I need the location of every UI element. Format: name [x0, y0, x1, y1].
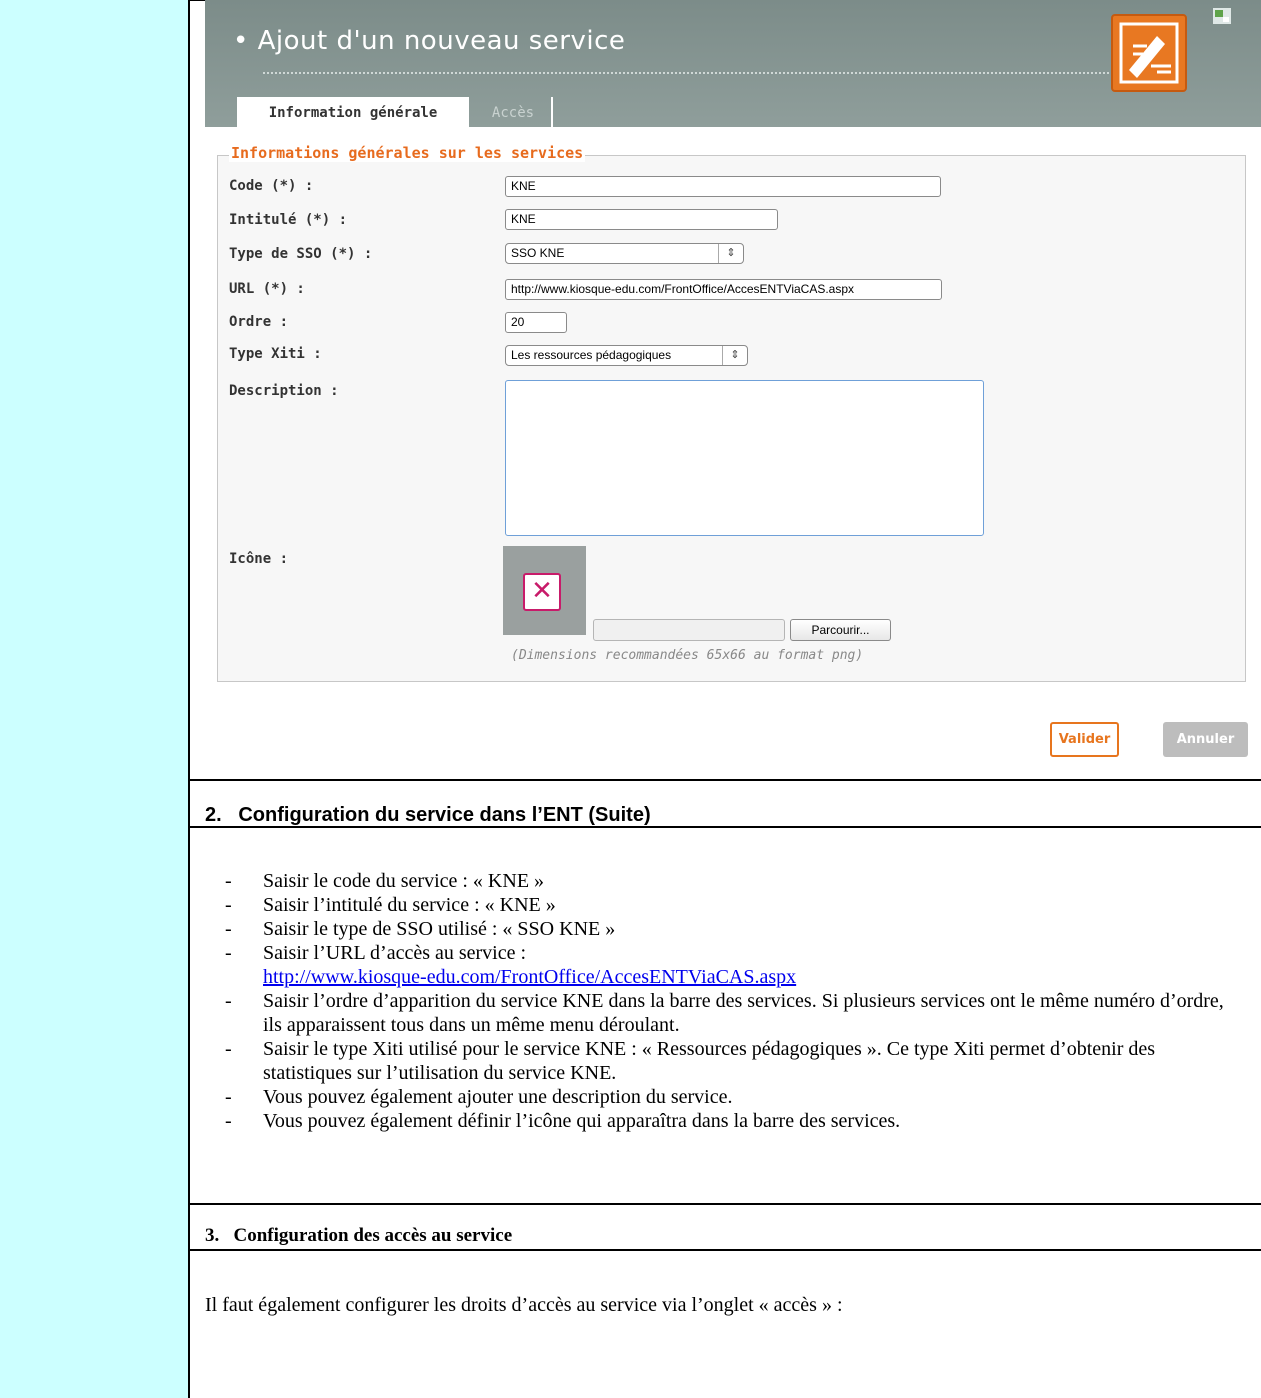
file-path-input[interactable] [593, 619, 785, 641]
list-item: Saisir le type de SSO utilisé : « SSO KN… [205, 917, 1245, 941]
intitule-input[interactable]: KNE [505, 209, 778, 230]
url-label: URL (*) : [229, 281, 305, 297]
list-item-text: Saisir l’URL d’accès au service : [263, 942, 527, 964]
tab-information-generale[interactable]: Information générale [237, 97, 469, 127]
broken-image-icon: ✕ [523, 573, 561, 611]
section-3-title: 3. Configuration des accès au service [205, 1225, 513, 1246]
sso-label: Type de SSO (*) : [229, 246, 373, 262]
url-input[interactable]: http://www.kiosque-edu.com/FrontOffice/A… [505, 279, 942, 300]
section-2-title: 2. Configuration du service dans l’ENT (… [205, 804, 651, 826]
service-form-screenshot: • Ajout d'un nouveau service Information… [205, 0, 1261, 780]
list-item: Saisir l’intitulé du service : « KNE » [205, 893, 1245, 917]
list-item: Saisir l’URL d’accès au service :http://… [205, 941, 1245, 989]
ordre-input[interactable]: 20 [505, 312, 567, 333]
tab-acces[interactable]: Accès [475, 97, 553, 127]
xiti-select[interactable]: Les ressources pédagogiques ⇕ [505, 345, 748, 366]
instructions-list: Saisir le code du service : « KNE » Sais… [205, 869, 1245, 1133]
list-item: Saisir l’ordre d’apparition du service K… [205, 989, 1245, 1037]
section-3-paragraph: Il faut également configurer les droits … [205, 1294, 843, 1316]
list-item: Saisir le type Xiti utilisé pour le serv… [205, 1037, 1245, 1085]
service-url-link[interactable]: http://www.kiosque-edu.com/FrontOffice/A… [263, 966, 796, 988]
description-textarea[interactable] [505, 380, 984, 536]
edit-document-icon [1111, 14, 1187, 92]
fieldset-legend: Informations générales sur les services [229, 144, 586, 162]
form-header: • Ajout d'un nouveau service Information… [205, 0, 1261, 127]
list-item: Vous pouvez également ajouter une descri… [205, 1085, 1245, 1109]
annuler-button[interactable]: Annuler [1163, 722, 1248, 757]
page-title: • Ajout d'un nouveau service [233, 26, 626, 56]
intitule-label: Intitulé (*) : [229, 212, 348, 228]
divider [190, 1203, 1261, 1205]
select-arrows-icon: ⇕ [718, 244, 743, 263]
ordre-label: Ordre : [229, 314, 289, 330]
divider [190, 826, 1261, 828]
sso-select[interactable]: SSO KNE ⇕ [505, 243, 744, 264]
divider [190, 1249, 1261, 1251]
select-arrows-icon: ⇕ [722, 346, 747, 365]
margin-column [0, 0, 190, 1398]
title-underline [263, 72, 1153, 74]
xiti-select-value: Les ressources pédagogiques [511, 348, 672, 362]
sso-select-value: SSO KNE [511, 246, 565, 260]
browse-button[interactable]: Parcourir... [790, 619, 891, 641]
code-input[interactable]: KNE [505, 176, 941, 197]
description-label: Description : [229, 383, 339, 399]
valider-button[interactable]: Valider [1050, 722, 1119, 757]
dimensions-note: (Dimensions recommandées 65x66 au format… [511, 648, 864, 663]
divider [190, 779, 1261, 781]
xiti-label: Type Xiti : [229, 346, 322, 362]
code-label: Code (*) : [229, 178, 314, 194]
icone-label: Icône : [229, 551, 289, 567]
list-item: Saisir le code du service : « KNE » [205, 869, 1245, 893]
expand-icon[interactable] [1213, 8, 1231, 24]
icon-preview: ✕ [503, 546, 586, 635]
list-item: Vous pouvez également définir l’icône qu… [205, 1109, 1245, 1133]
